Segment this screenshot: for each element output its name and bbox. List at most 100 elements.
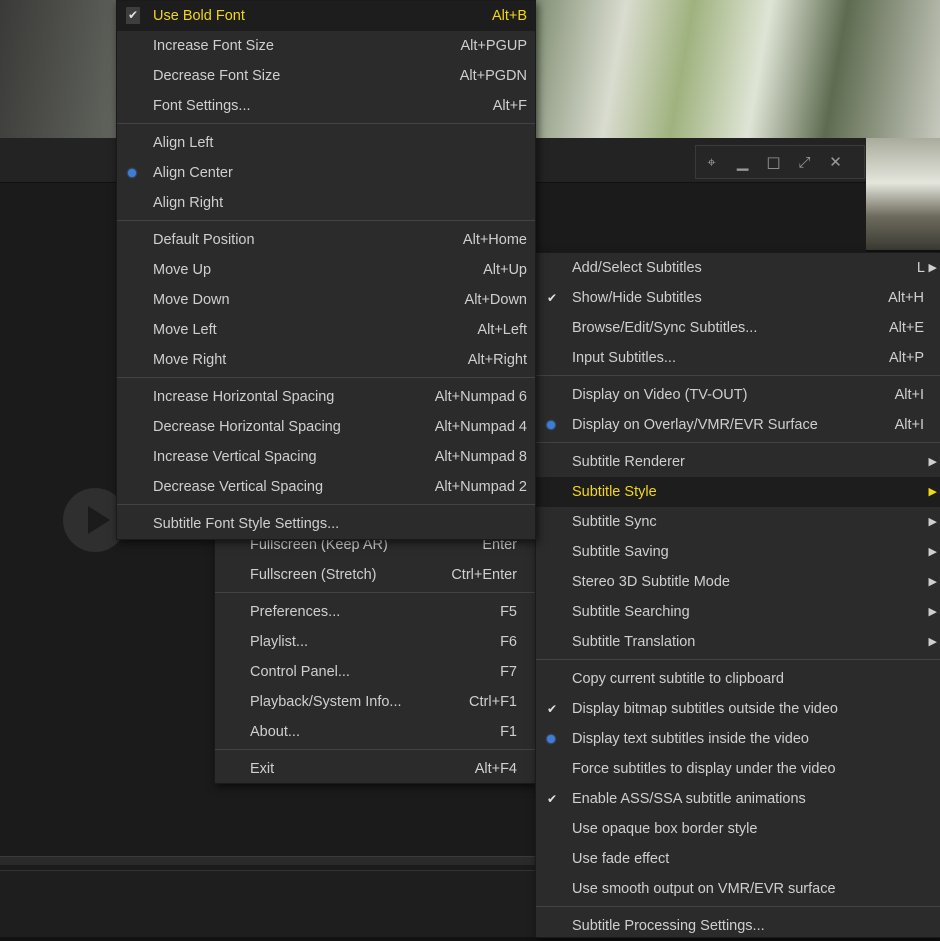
minimize-icon[interactable]: ▁ <box>727 153 758 171</box>
menu-item-about[interactable]: About... F1 <box>215 717 535 747</box>
context-menu: Fullscreen (Keep AR) Enter Fullscreen (St… <box>214 520 536 784</box>
menu-item-label: Align Center <box>153 165 233 181</box>
menu-separator <box>536 904 940 911</box>
seek-bar[interactable] <box>0 856 535 865</box>
menu-item-align-left[interactable]: Align Left <box>117 128 535 158</box>
menu-item-decrease-v-spacing[interactable]: Decrease Vertical Spacing Alt+Numpad 2 <box>117 472 535 502</box>
menu-item-decrease-h-spacing[interactable]: Decrease Horizontal Spacing Alt+Numpad 4 <box>117 412 535 442</box>
menu-item-playback-info[interactable]: Playback/System Info... Ctrl+F1 <box>215 687 535 717</box>
menu-item-label: Subtitle Saving <box>572 544 669 560</box>
menu-item-align-center[interactable]: Align Center <box>117 158 535 188</box>
pin-icon[interactable]: ⌖ <box>696 153 727 171</box>
menu-item-smooth-output[interactable]: Use smooth output on VMR/EVR surface <box>536 874 940 904</box>
menu-item-label: Preferences... <box>250 604 341 620</box>
menu-item-opaque-box[interactable]: Use opaque box border style <box>536 814 940 844</box>
menu-item-subtitle-translation[interactable]: Subtitle Translation ▶ <box>536 627 940 657</box>
menu-item-browse-edit-sync[interactable]: Browse/Edit/Sync Subtitles... Alt+E <box>536 313 940 343</box>
menu-item-shortcut: Alt+Numpad 6 <box>434 389 527 405</box>
control-bar <box>0 870 535 937</box>
menu-item-label: Playback/System Info... <box>250 694 402 710</box>
menu-item-default-position[interactable]: Default Position Alt+Home <box>117 225 535 255</box>
menu-item-input-subtitles[interactable]: Input Subtitles... Alt+P <box>536 343 940 373</box>
menu-separator <box>536 373 940 380</box>
menu-item-shortcut: Alt+F4 <box>474 761 517 777</box>
menu-item-shortcut: F6 <box>500 634 517 650</box>
menu-item-shortcut: Alt+I <box>894 387 924 403</box>
menu-item-control-panel[interactable]: Control Panel... F7 <box>215 657 535 687</box>
menu-item-label: Align Left <box>153 135 214 151</box>
menu-item-stereo-3d-mode[interactable]: Stereo 3D Subtitle Mode ▶ <box>536 567 940 597</box>
maximize-icon[interactable]: □ <box>758 153 789 171</box>
menu-item-shortcut: Ctrl+F1 <box>469 694 517 710</box>
menu-item-label: Decrease Horizontal Spacing <box>153 419 341 435</box>
menu-item-display-on-overlay[interactable]: Display on Overlay/VMR/EVR Surface Alt+I <box>536 410 940 440</box>
menu-item-subtitle-searching[interactable]: Subtitle Searching ▶ <box>536 597 940 627</box>
menu-item-ass-animations[interactable]: ✔ Enable ASS/SSA subtitle animations <box>536 784 940 814</box>
menu-item-label: Move Up <box>153 262 212 278</box>
menu-item-shortcut: Alt+F <box>492 98 527 114</box>
menu-item-add-select-subtitles[interactable]: Add/Select Subtitles L ▶ <box>536 253 940 283</box>
menu-item-shortcut: Alt+P <box>888 350 924 366</box>
menu-item-subtitle-saving[interactable]: Subtitle Saving ▶ <box>536 537 940 567</box>
menu-item-label: Force subtitles to display under the vid… <box>572 761 836 777</box>
menu-item-label: Move Left <box>153 322 217 338</box>
menu-item-decrease-font-size[interactable]: Decrease Font Size Alt+PGDN <box>117 61 535 91</box>
menu-item-label: Increase Font Size <box>153 38 274 54</box>
menu-item-shortcut: Alt+PGDN <box>459 68 527 84</box>
menu-item-move-right[interactable]: Move Right Alt+Right <box>117 345 535 375</box>
menu-item-shortcut: Alt+E <box>888 320 924 336</box>
menu-item-label: Enable ASS/SSA subtitle animations <box>572 791 806 807</box>
menu-item-subtitle-sync[interactable]: Subtitle Sync ▶ <box>536 507 940 537</box>
submenu-arrow-icon: ▶ <box>928 485 937 498</box>
menu-item-bitmap-outside[interactable]: ✔ Display bitmap subtitles outside the vi… <box>536 694 940 724</box>
menu-item-fade-effect[interactable]: Use fade effect <box>536 844 940 874</box>
menu-separator <box>536 657 940 664</box>
submenu-arrow-icon: ▶ <box>928 261 937 274</box>
menu-item-use-bold-font[interactable]: ✔ Use Bold Font Alt+B <box>117 1 535 31</box>
menu-item-move-left[interactable]: Move Left Alt+Left <box>117 315 535 345</box>
menu-item-increase-v-spacing[interactable]: Increase Vertical Spacing Alt+Numpad 8 <box>117 442 535 472</box>
menu-item-exit[interactable]: Exit Alt+F4 <box>215 754 535 783</box>
menu-item-shortcut: Alt+Home <box>462 232 527 248</box>
menu-item-label: Show/Hide Subtitles <box>572 290 702 306</box>
menu-item-font-settings[interactable]: Font Settings... Alt+F <box>117 91 535 121</box>
subtitle-style-menu: ✔ Use Bold Font Alt+B Increase Font Size Al… <box>116 0 536 540</box>
menu-item-processing-settings[interactable]: Subtitle Processing Settings... <box>536 911 940 941</box>
menu-item-label: Use smooth output on VMR/EVR surface <box>572 881 836 897</box>
menu-item-label: Display text subtitles inside the video <box>572 731 809 747</box>
menu-item-move-up[interactable]: Move Up Alt+Up <box>117 255 535 285</box>
submenu-arrow-icon: ▶ <box>928 575 937 588</box>
menu-item-increase-font-size[interactable]: Increase Font Size Alt+PGUP <box>117 31 535 61</box>
menu-item-display-on-video[interactable]: Display on Video (TV-OUT) Alt+I <box>536 380 940 410</box>
close-icon[interactable]: ✕ <box>820 153 851 171</box>
menu-item-label: Control Panel... <box>250 664 350 680</box>
menu-item-align-right[interactable]: Align Right <box>117 188 535 218</box>
fullscreen-icon[interactable]: ⤢ <box>789 153 820 171</box>
menu-item-shortcut: Alt+Numpad 4 <box>434 419 527 435</box>
menu-item-playlist[interactable]: Playlist... F6 <box>215 627 535 657</box>
menu-item-fullscreen-stretch[interactable]: Fullscreen (Stretch) Ctrl+Enter <box>215 560 535 590</box>
menu-item-label: Subtitle Translation <box>572 634 696 650</box>
menu-item-shortcut: Alt+PGUP <box>460 38 527 54</box>
menu-item-shortcut: F7 <box>500 664 517 680</box>
menu-item-preferences[interactable]: Preferences... F5 <box>215 597 535 627</box>
menu-item-label: Move Down <box>153 292 230 308</box>
menu-item-label: Decrease Font Size <box>153 68 281 84</box>
menu-item-label: Subtitle Font Style Settings... <box>153 516 340 532</box>
radio-dot-icon <box>128 169 136 177</box>
menu-item-label: Default Position <box>153 232 255 248</box>
menu-item-copy-subtitle[interactable]: Copy current subtitle to clipboard <box>536 664 940 694</box>
menu-item-increase-h-spacing[interactable]: Increase Horizontal Spacing Alt+Numpad 6 <box>117 382 535 412</box>
menu-item-text-inside[interactable]: Display text subtitles inside the video <box>536 724 940 754</box>
menu-item-label: Copy current subtitle to clipboard <box>572 671 784 687</box>
menu-item-label: Add/Select Subtitles <box>572 260 702 276</box>
menu-item-show-hide-subtitles[interactable]: ✔ Show/Hide Subtitles Alt+H <box>536 283 940 313</box>
menu-item-move-down[interactable]: Move Down Alt+Down <box>117 285 535 315</box>
menu-item-force-under[interactable]: Force subtitles to display under the vid… <box>536 754 940 784</box>
menu-item-label: About... <box>250 724 300 740</box>
menu-item-shortcut: L <box>916 260 925 276</box>
menu-item-font-style-settings[interactable]: Subtitle Font Style Settings... <box>117 509 535 539</box>
menu-item-label: Align Right <box>153 195 224 211</box>
menu-item-subtitle-renderer[interactable]: Subtitle Renderer ▶ <box>536 447 940 477</box>
menu-item-subtitle-style[interactable]: Subtitle Style ▶ <box>536 477 940 507</box>
